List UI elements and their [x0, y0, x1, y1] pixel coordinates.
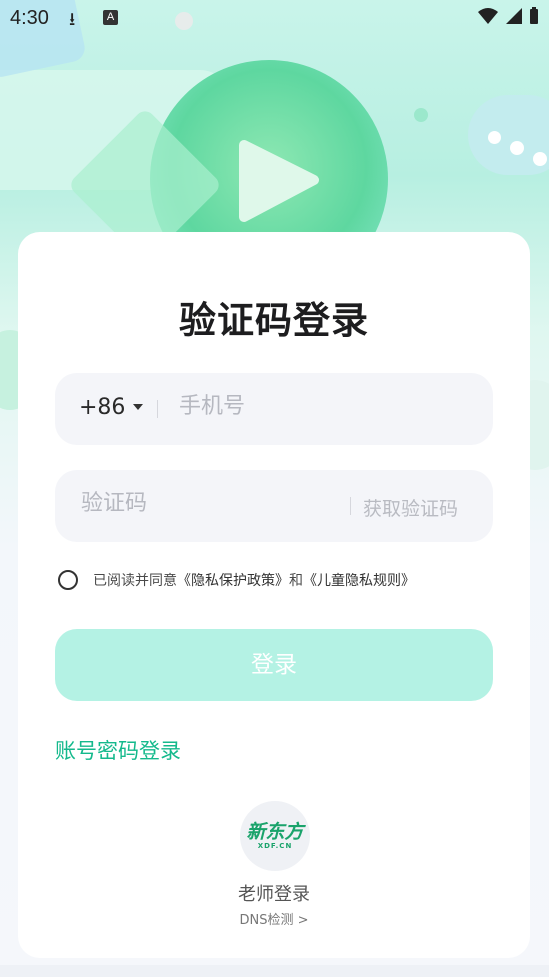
- privacy-policy-link[interactable]: 《隐私保护政策》: [177, 573, 289, 589]
- signal-icon: [506, 8, 522, 24]
- download-icon: ⭳: [69, 9, 76, 29]
- caret-down-icon[interactable]: [133, 404, 143, 410]
- dns-check-link[interactable]: DNS检测 >: [18, 909, 530, 928]
- code-field[interactable]: 获取验证码: [55, 470, 493, 542]
- phone-input[interactable]: [177, 393, 461, 420]
- battery-icon: [530, 7, 538, 24]
- a-notification-icon: A: [103, 10, 118, 25]
- logo-text: 新东方: [246, 821, 304, 843]
- bottom-area: [0, 965, 549, 977]
- status-bar: 4:30 ⭳ A: [0, 0, 549, 38]
- agreement-and: 和: [289, 573, 303, 589]
- password-login-link[interactable]: 账号密码登录: [55, 735, 181, 765]
- agreement-checkbox[interactable]: [58, 570, 78, 590]
- login-button[interactable]: 登录: [55, 629, 493, 701]
- play-icon: [239, 140, 319, 222]
- teacher-login-logo[interactable]: 新东方 XDF.CN: [240, 801, 310, 871]
- teacher-login-label[interactable]: 老师登录: [18, 880, 530, 906]
- get-code-button[interactable]: 获取验证码: [363, 494, 458, 521]
- page-title: 验证码登录: [177, 290, 371, 344]
- agreement-prefix: 已阅读并同意: [93, 573, 177, 589]
- code-input[interactable]: [79, 490, 313, 517]
- phone-field[interactable]: +86: [55, 373, 493, 445]
- wifi-icon: [478, 8, 498, 24]
- logo-subtext: XDF.CN: [257, 842, 293, 850]
- agreement-row: 已阅读并同意《隐私保护政策》和《儿童隐私规则》: [58, 570, 415, 590]
- divider: [157, 400, 158, 418]
- divider: [350, 497, 351, 515]
- login-card: 验证码登录 +86 获取验证码 已阅读并同意《隐私保护政策》和《儿童隐私规则》 …: [18, 232, 530, 958]
- country-code-selector[interactable]: +86: [79, 395, 125, 420]
- children-privacy-link[interactable]: 《儿童隐私规则》: [303, 573, 415, 589]
- status-time: 4:30: [10, 7, 49, 29]
